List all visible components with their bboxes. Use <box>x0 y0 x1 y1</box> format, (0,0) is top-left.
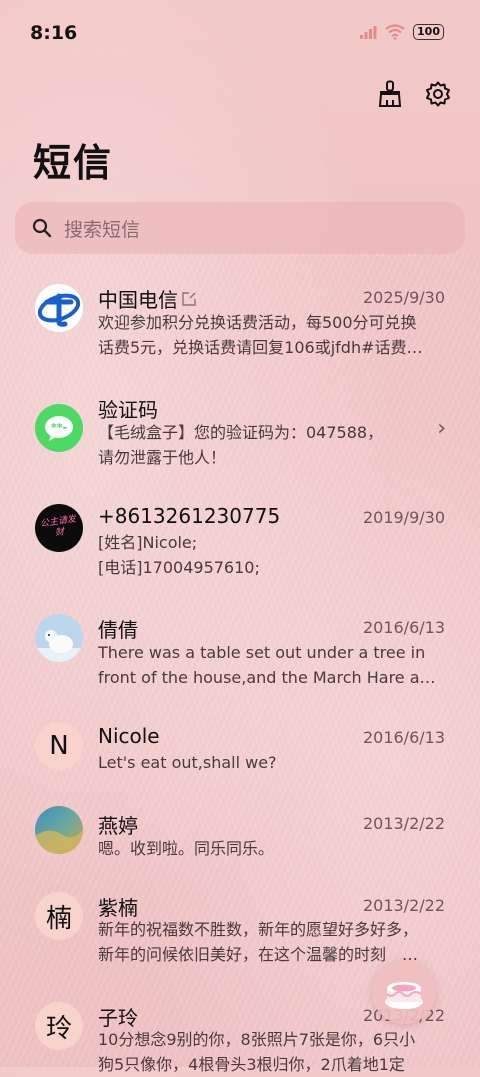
signal-icon <box>360 26 377 39</box>
message-preview-line2: 请勿泄露于他人！ <box>98 448 227 467</box>
message-date: 2013/2/22 <box>362 814 445 833</box>
chevron-right-icon[interactable]: › <box>437 416 446 441</box>
page-title: 短信 <box>33 141 114 185</box>
message-preview-line2: 狗5只像你，4根骨头3根归你，2爪着地1定 <box>98 1055 405 1074</box>
contact-name: 倩倩 <box>98 614 138 643</box>
message-preview-line1: 嗯。收到啦。同乐同乐。 <box>98 839 275 858</box>
avatar: 楠 <box>35 892 83 940</box>
cake-icon <box>385 982 423 1009</box>
message-preview-line2: [电话]17004957610; <box>98 558 260 577</box>
contact-name-text: 倩倩 <box>98 618 138 642</box>
avatar-text: 公主请发财 <box>39 514 77 539</box>
message-item[interactable]: 倩倩 2016/6/13 There was a table set out u… <box>0 598 480 706</box>
message-preview-line1: 欢迎参加积分兑换话费活动，每500分可兑换 <box>98 313 417 332</box>
search-icon <box>32 218 52 238</box>
wifi-icon <box>385 24 405 40</box>
message-preview-line1: 【毛绒盒子】您的验证码为：047588， <box>98 423 384 442</box>
sms-bubble-icon: **- <box>45 416 73 441</box>
avatar: N <box>35 722 83 770</box>
china-telecom-logo-icon <box>35 284 83 332</box>
clean-button[interactable] <box>376 80 404 108</box>
contact-name: Nicole <box>98 724 160 748</box>
battery-indicator: 100 <box>413 24 444 40</box>
message-preview-line1: [姓名]Nicole; <box>98 533 198 552</box>
contact-name-text: 燕婷 <box>98 814 138 838</box>
avatar <box>35 284 83 332</box>
search-input[interactable]: 搜索短信 <box>64 215 140 242</box>
external-link-icon <box>182 291 196 306</box>
contact-name-text: +8613261230775 <box>98 504 281 528</box>
settings-button[interactable] <box>424 80 452 108</box>
message-item[interactable]: 中国电信 2025/9/30 欢迎参加积分兑换话费活动，每500分可兑换 话费5… <box>0 268 480 376</box>
gear-icon <box>426 81 450 107</box>
message-date: 2016/6/13 <box>362 728 445 747</box>
message-item[interactable]: 燕婷 2013/2/22 嗯。收到啦。同乐同乐。 <box>0 794 480 880</box>
polar-bear-photo-icon <box>35 614 83 662</box>
landscape-photo-icon <box>35 806 83 854</box>
message-preview-line2: front of the house,and the March Hare an… <box>98 668 444 687</box>
message-preview-line1: Let's eat out,shall we? <box>98 753 277 772</box>
message-date: 2025/9/30 <box>362 288 445 307</box>
contact-name: +8613261230775 <box>98 504 280 528</box>
contact-name-text: Nicole <box>98 724 160 748</box>
contact-name: 验证码 <box>98 394 158 423</box>
status-time: 8:16 <box>30 22 78 44</box>
avatar: **- <box>35 404 83 452</box>
avatar <box>35 806 83 854</box>
message-date: 2019/9/30 <box>362 508 445 527</box>
broom-icon <box>378 80 402 107</box>
avatar: 玲 <box>35 1002 83 1050</box>
message-item[interactable]: 公主请发财 +8613261230775 2019/9/30 [姓名]Nicol… <box>0 488 480 596</box>
message-date: 2016/6/13 <box>362 618 445 637</box>
status-icons: 100 <box>359 24 444 40</box>
message-preview-line1: There was a table set out under a tree i… <box>98 643 426 662</box>
message-preview-line2: 话费5元，兑换话费请回复106或jfdh#话费… <box>98 338 423 357</box>
contact-name: 中国电信 <box>98 284 196 313</box>
message-date: 2013/2/22 <box>362 896 445 915</box>
contact-name-text: 验证码 <box>98 398 158 422</box>
search-bar[interactable]: 搜索短信 <box>15 202 465 254</box>
message-item[interactable]: N Nicole 2016/6/13 Let's eat out,shall w… <box>0 708 480 794</box>
avatar: 公主请发财 <box>35 504 83 552</box>
contact-name-text: 中国电信 <box>98 288 178 312</box>
message-item[interactable]: **- 验证码 【毛绒盒子】您的验证码为：047588， 请勿泄露于他人！ › <box>0 378 480 486</box>
avatar <box>35 614 83 662</box>
top-actions <box>376 80 452 108</box>
svg-text:**-: **- <box>51 421 67 434</box>
message-preview-line1: 10分想念9别的你，8张照片7张是你，6只小 <box>98 1030 416 1049</box>
message-preview-line1: 新年的祝福数不胜数，新年的愿望好多好多， <box>98 920 419 939</box>
floating-action-button[interactable] <box>372 960 436 1024</box>
contact-name: 燕婷 <box>98 810 138 839</box>
status-bar: 8:16 100 <box>0 0 480 66</box>
